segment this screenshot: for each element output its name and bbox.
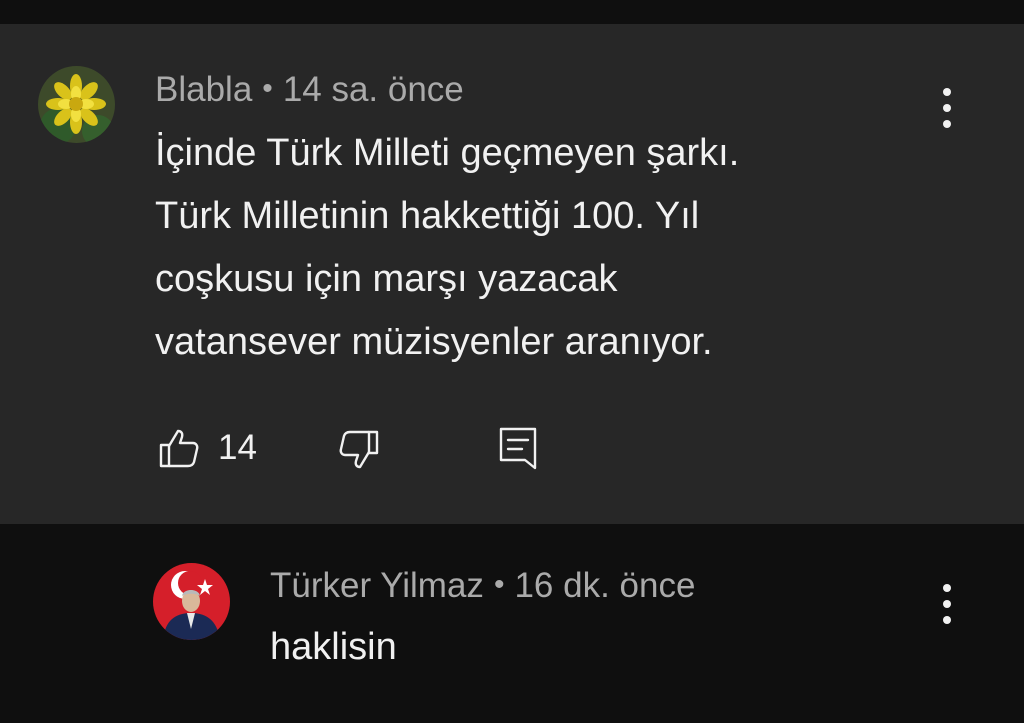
like-count: 14 <box>218 428 257 467</box>
comment-meta: Blabla • 14 sa. önce <box>155 72 464 107</box>
reply-more-options-button[interactable] <box>932 578 962 630</box>
meta-separator: • <box>262 72 273 105</box>
top-bar <box>0 0 1024 24</box>
reply-comment-icon <box>499 427 537 470</box>
thumbs-down-icon <box>339 430 379 469</box>
comment-card: Blabla • 14 sa. önce İçinde Türk Milleti g… <box>0 24 1024 524</box>
meta-separator: • <box>493 568 505 601</box>
more-vert-icon <box>943 88 951 96</box>
comment-timestamp: 14 sa. önce <box>282 70 464 109</box>
reply-author-avatar[interactable] <box>153 563 230 640</box>
like-button[interactable] <box>158 427 202 471</box>
reply-meta: Türker Yilmaz • 16 dk. önce <box>270 568 695 603</box>
more-vert-icon <box>943 584 951 592</box>
reply-section: Türker Yilmaz • 16 dk. önce haklisin <box>0 524 1024 723</box>
reply-author-name[interactable]: Türker Yilmaz <box>270 566 484 605</box>
comment-author-name[interactable]: Blabla <box>155 70 252 109</box>
reply-button[interactable] <box>498 426 540 472</box>
dislike-button[interactable] <box>338 429 382 473</box>
comment-body: İçinde Türk Milleti geçmeyen şarkı. Türk… <box>155 132 740 363</box>
comment-more-options-button[interactable] <box>932 82 962 134</box>
reply-body: haklisin <box>270 626 397 668</box>
reply-timestamp: 16 dk. önce <box>514 566 696 605</box>
comment-author-avatar[interactable] <box>38 66 115 143</box>
thumbs-up-icon <box>159 429 199 468</box>
